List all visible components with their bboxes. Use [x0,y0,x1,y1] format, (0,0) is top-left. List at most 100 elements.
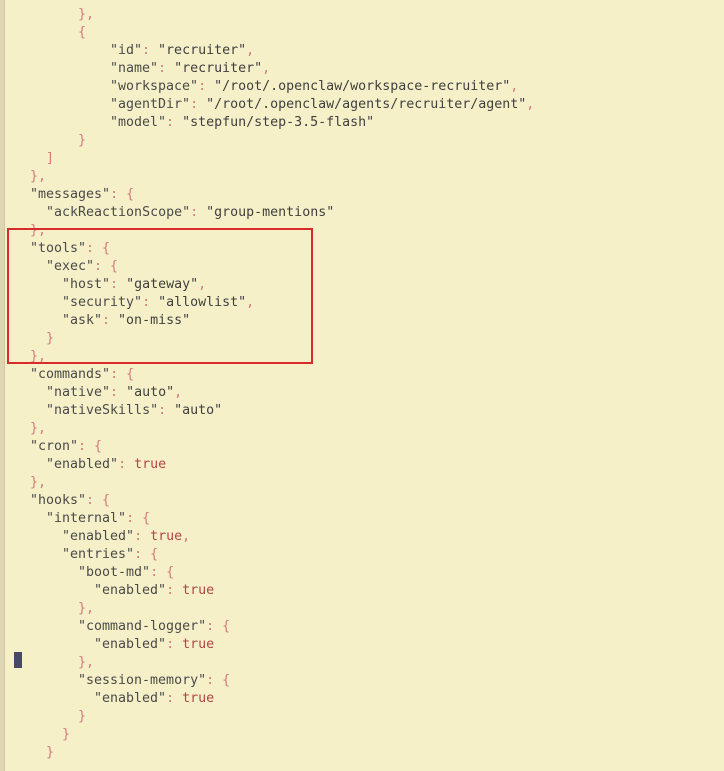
code-token: "ask" [62,313,103,328]
code-token: , [246,295,255,310]
code-token: "enabled" [62,529,135,544]
code-line: "internal": { [46,510,150,528]
code-token: "allowlist" [158,295,247,310]
code-token: : [142,295,159,310]
code-line: "host": "gateway", [62,276,206,294]
code-token: : [158,403,175,418]
code-token: "id" [110,43,143,58]
code-token: "security" [62,295,143,310]
code-token: "auto" [126,385,175,400]
code-line: "enabled": true [46,456,166,474]
code-token: }, [30,169,47,184]
code-line: "name": "recruiter", [110,60,270,78]
code-token: "enabled" [94,637,167,652]
code-editor[interactable]: }, { "id": "recruiter", "name": "recruiter"… [0,0,724,771]
code-token: } [62,727,71,742]
code-token: , [526,97,535,112]
code-token: : [166,637,183,652]
code-token: : { [206,619,231,634]
code-token: "enabled" [94,691,167,706]
code-token: : [134,529,151,544]
code-token: : [158,61,175,76]
code-token: : { [134,547,159,562]
code-line: } [46,744,54,762]
code-token: "native" [46,385,111,400]
code-token: { [78,25,87,40]
code-token: "gateway" [126,277,199,292]
code-token: }, [30,349,47,364]
code-line: }, [30,348,46,366]
code-token: : [102,313,119,328]
code-token: "ackReactionScope" [46,205,191,220]
code-token: "messages" [30,187,111,202]
code-line: "cron": { [30,438,102,456]
code-token: "host" [62,277,111,292]
code-token: "recruiter" [174,61,263,76]
code-token: true [182,583,215,598]
code-token: } [78,709,87,724]
code-line: } [78,708,86,726]
code-token: : [166,583,183,598]
code-token: : [190,205,207,220]
code-token: }, [78,601,95,616]
code-token: true [182,691,215,706]
code-token: : [110,277,127,292]
code-token: "exec" [46,259,95,274]
code-token: "cron" [30,439,79,454]
code-line: }, [30,474,46,492]
code-token: }, [30,223,47,238]
code-token: , [246,43,255,58]
code-token: : { [86,493,111,508]
code-token: "auto" [174,403,223,418]
code-line: "messages": { [30,186,134,204]
code-token: "recruiter" [158,43,247,58]
code-line: "ask": "on-miss" [62,312,190,330]
code-line: }, [30,420,46,438]
code-token: , [174,385,183,400]
code-line: }, [30,222,46,240]
code-token: } [46,331,55,346]
code-token: : [198,79,215,94]
code-token: true [150,529,183,544]
code-token: : { [110,367,135,382]
code-token: : [166,691,183,706]
code-token: "boot-md" [78,565,151,580]
code-token: "model" [110,115,167,130]
text-cursor [14,652,22,668]
code-token: "on-miss" [118,313,191,328]
code-token: "/root/.openclaw/agents/recruiter/agent" [206,97,527,112]
code-token: }, [30,475,47,490]
code-token: : [110,385,127,400]
code-token: "agentDir" [110,97,191,112]
code-token: "enabled" [94,583,167,598]
code-line: } [62,726,70,744]
code-token: "commands" [30,367,111,382]
code-token: ] [46,151,55,166]
code-line: ] [46,150,54,168]
code-token: "/root/.openclaw/workspace-recruiter" [214,79,511,94]
code-token: , [510,79,519,94]
code-line: } [46,330,54,348]
code-line: }, [78,6,94,24]
code-token: "entries" [62,547,135,562]
code-token: : { [150,565,175,580]
code-token: : { [110,187,135,202]
code-line: "enabled": true, [62,528,190,546]
code-token: "nativeSkills" [46,403,159,418]
code-token: : [166,115,183,130]
code-token: "stepfun/step-3.5-flash" [182,115,375,130]
code-line: "commands": { [30,366,134,384]
code-line: }, [78,600,94,618]
code-line: "enabled": true [94,690,214,708]
code-token: : { [86,241,111,256]
code-line: "enabled": true [94,636,214,654]
code-line: "agentDir": "/root/.openclaw/agents/recr… [110,96,534,114]
code-token: "workspace" [110,79,199,94]
code-token: "name" [110,61,159,76]
code-token: "enabled" [46,457,119,472]
code-line: "exec": { [46,258,118,276]
code-token: }, [78,7,95,22]
code-token: } [46,745,55,760]
code-line: }, [30,168,46,186]
code-line: "workspace": "/root/.openclaw/workspace-… [110,78,518,96]
